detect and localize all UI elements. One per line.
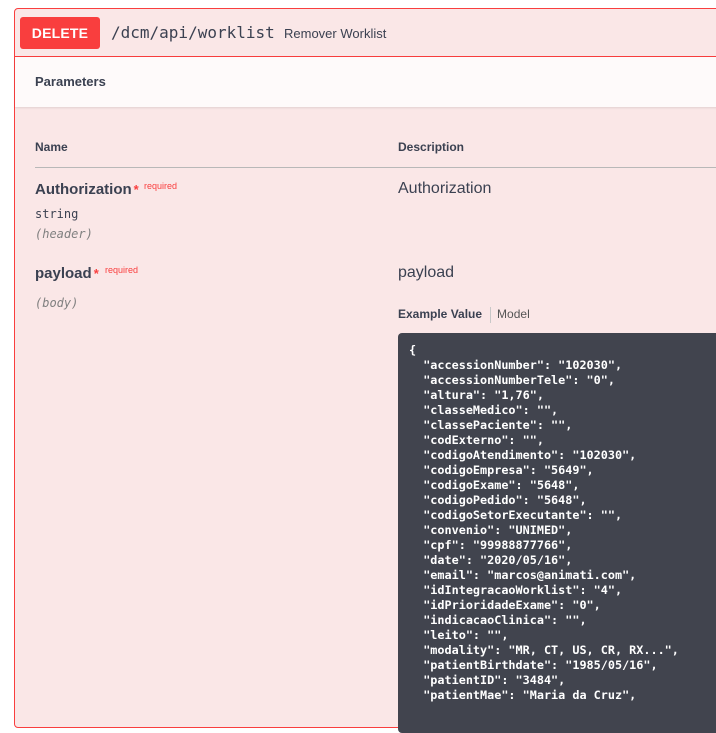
code-line: "date": "2020/05/16", [409, 553, 573, 567]
required-star: * [133, 182, 139, 197]
code-line: "accessionNumber": "102030", [409, 358, 623, 372]
parameters-header: Parameters [15, 57, 716, 107]
code-line: "cpf": "99988877766", [409, 538, 573, 552]
param-type: string [35, 207, 79, 221]
code-line: "classePaciente": "", [409, 418, 573, 432]
code-line: "codigoSetorExecutante": "", [409, 508, 623, 522]
param-description-authorization: Authorization [398, 180, 492, 197]
code-line: "indicacaoClinica": "", [409, 613, 587, 627]
required-label: required [105, 265, 139, 275]
code-line: "patientBirthdate": "1985/05/16", [409, 658, 658, 672]
column-header-name: Name [35, 140, 68, 154]
parameters-title: Parameters [35, 74, 106, 89]
header-divider [35, 167, 716, 168]
param-name-authorization: Authorization * [35, 181, 139, 198]
tab-divider [490, 307, 492, 323]
param-name-label: Authorization [35, 181, 132, 198]
code-line: { [409, 343, 417, 357]
code-line: "leito": "", [409, 628, 509, 642]
operation-summary[interactable]: DELETE /dcm/api/worklist Remover Worklis… [15, 9, 716, 57]
example-value-code-block[interactable]: { "accessionNumber": "102030", "accessio… [398, 333, 716, 733]
code-line: "codigoPedido": "5648", [409, 493, 587, 507]
example-tabs: Example Value Model [398, 307, 530, 323]
column-header-description: Description [398, 140, 465, 154]
param-location: (header) [35, 227, 93, 241]
tab-model[interactable]: Model [497, 307, 530, 321]
param-description-payload: payload [398, 264, 455, 281]
code-line: "codigoAtendimento": "102030", [409, 448, 637, 462]
example-json: { "accessionNumber": "102030", "accessio… [409, 343, 679, 703]
code-line: "patientID": "3484", [409, 673, 566, 687]
tab-example-value[interactable]: Example Value [398, 307, 482, 321]
code-line: "codigoEmpresa": "5649", [409, 463, 594, 477]
code-line: "altura": "1,76", [409, 388, 544, 402]
operation-block: DELETE /dcm/api/worklist Remover Worklis… [14, 8, 716, 733]
required-star: * [93, 266, 99, 281]
code-line: "idPrioridadeExame": "0", [409, 598, 601, 612]
method-badge[interactable]: DELETE [20, 17, 100, 49]
required-label: required [144, 181, 178, 191]
param-name-label: payload [35, 265, 92, 282]
param-location: (body) [35, 296, 79, 310]
code-line: "idIntegracaoWorklist": "4", [409, 583, 623, 597]
code-line: "accessionNumberTele": "0", [409, 373, 615, 387]
code-line: "email": "marcos@animati.com", [409, 568, 637, 582]
code-line: "classeMedico": "", [409, 403, 559, 417]
endpoint-path: /dcm/api/worklist [111, 23, 275, 42]
code-line: "modality": "MR, CT, US, CR, RX...", [409, 643, 679, 657]
operation-summary-text: Remover Worklist [284, 26, 387, 41]
code-line: "convenio": "UNIMED", [409, 523, 573, 537]
code-line: "codExterno": "", [409, 433, 544, 447]
code-line: "patientMae": "Maria da Cruz", [409, 688, 637, 702]
code-line: "codigoExame": "5648", [409, 478, 580, 492]
param-name-payload: payload * [35, 265, 99, 282]
